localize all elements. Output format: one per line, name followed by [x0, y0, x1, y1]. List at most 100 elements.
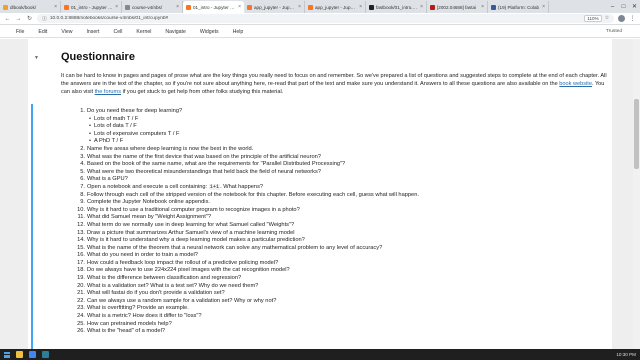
question-number: 10.: [77, 206, 85, 213]
menu-dots-icon[interactable]: ⋮: [629, 15, 636, 22]
file-explorer-icon[interactable]: [16, 351, 23, 358]
question-number: 6.: [80, 176, 85, 183]
question-list: 1.Do you need these for deep learning?Lo…: [74, 108, 604, 336]
menu-item-view[interactable]: View: [61, 29, 72, 35]
back-icon[interactable]: ←: [4, 16, 11, 22]
question-item: 10. Why is it hard to use a traditional c…: [74, 207, 604, 215]
trusted-status[interactable]: Trusted: [606, 29, 622, 34]
jupyter-menubar: File Edit View Insert Cell Kernel Navigate Widg…: [0, 26, 640, 38]
scrollbar-thumb[interactable]: [634, 99, 639, 169]
scrollbar[interactable]: [633, 39, 640, 349]
taskbar-clock: 10:30 PM: [616, 352, 636, 357]
tab-close-icon[interactable]: ×: [359, 4, 362, 10]
browser-tab[interactable]: dlbook/book/ ×: [0, 1, 61, 13]
menu-item-cell[interactable]: Cell: [113, 29, 122, 35]
question-text: What is overfitting? Provide an example.: [87, 305, 189, 312]
close-window-icon[interactable]: ✕: [629, 3, 640, 10]
browser-tab[interactable]: fastbook/01_intro.ipynb×: [366, 1, 427, 13]
question-sub-item: A PhD T / F: [74, 138, 604, 146]
question-text: Complete the Jupyter Notebook online app…: [87, 199, 210, 206]
question-text: How can pretrained models help?: [87, 320, 172, 327]
question-text: Based on the book of the same name, what…: [87, 161, 346, 168]
browser-tab[interactable]: (19) Platform: Colab ×: [488, 1, 549, 13]
question-item: 13. Draw a picture that summarizes Arthur…: [74, 230, 604, 238]
tab-close-icon[interactable]: ×: [298, 4, 301, 10]
browser-tab[interactable]: app_jupyter - Jupyter ×: [305, 1, 366, 13]
question-number: 25.: [77, 320, 85, 327]
tab-close-icon[interactable]: ×: [176, 4, 179, 10]
question-item: 18. Do we always have to use 224x224 pixe…: [74, 267, 604, 275]
browser-tab[interactable]: app_jupyter - Jupyter ×: [244, 1, 305, 13]
menu-item-navigate[interactable]: Navigate: [165, 29, 185, 35]
tab-close-icon[interactable]: ×: [238, 4, 241, 10]
menu-item-file[interactable]: File: [16, 29, 24, 35]
url-input[interactable]: ⓘ 10.0.0.2:8888/notebooks/course-v4/nbs/…: [37, 14, 614, 23]
question-number: 3.: [80, 153, 85, 160]
menu-item-help[interactable]: Help: [233, 29, 244, 35]
question-text: What is the "head" of a model?: [87, 328, 166, 335]
tab-title: app_jupyter - Jupyter: [315, 4, 358, 10]
tab-favicon-icon: [64, 4, 69, 10]
question-text: What is a validation set? What is a test…: [87, 282, 259, 289]
question-text: Do you need these for deep learning?: [87, 108, 183, 114]
tab-close-icon[interactable]: ×: [420, 4, 423, 10]
chrome-icon[interactable]: [29, 351, 36, 358]
minimize-icon[interactable]: –: [607, 4, 618, 10]
question-item: 5. What were the two theoretical misunder…: [74, 169, 604, 177]
reload-icon[interactable]: ↻: [26, 15, 33, 22]
zoom-indicator[interactable]: 110%: [584, 15, 602, 22]
forward-icon[interactable]: →: [15, 16, 22, 22]
windows-start-icon[interactable]: [4, 351, 10, 358]
profile-avatar[interactable]: [618, 15, 625, 22]
question-number: 1.: [80, 108, 85, 114]
question-text: What were the two theoretical misunderst…: [87, 168, 321, 175]
question-number: 26.: [77, 328, 85, 335]
question-number: 20.: [77, 282, 85, 289]
question-number: 19.: [77, 275, 85, 282]
question-item: 8. Follow through each cell of the stripp…: [74, 192, 604, 200]
maximize-icon[interactable]: □: [618, 4, 629, 10]
question-item: 2. Name five areas where deep learning is…: [74, 146, 604, 154]
question-item: 17. How could a feedback loop impact the …: [74, 260, 604, 268]
question-number: 18.: [77, 267, 85, 274]
collapse-heading-icon[interactable]: ▼: [34, 55, 39, 61]
info-icon[interactable]: ⓘ: [42, 15, 47, 22]
section-heading: Questionnaire: [61, 51, 135, 63]
intro-paragraph: It can be hard to know in pages and page…: [61, 73, 609, 96]
menu-item-edit[interactable]: Edit: [38, 29, 47, 35]
question-text: What is the name of the theorem that a n…: [87, 244, 383, 251]
question-number: 7.: [80, 183, 85, 190]
browser-tab[interactable]: course-v4/nbs/ ×: [122, 1, 183, 13]
question-item: 23. What is overfitting? Provide an examp…: [74, 305, 604, 313]
browser-tab[interactable]: 01_intro - Jupyter Notebook×: [183, 1, 244, 13]
terminal-icon[interactable]: [42, 351, 49, 358]
tab-title: 01_intro - Jupyter Notebook: [193, 4, 236, 10]
window-controls: – □ ✕: [605, 0, 640, 13]
menu-item-insert[interactable]: Insert: [86, 29, 99, 35]
menu-item-widgets[interactable]: Widgets: [200, 29, 219, 35]
question-item: 25. How can pretrained models help?: [74, 321, 604, 329]
browser-tab-strip: dlbook/book/×01_intro - Jupyter Notebook…: [0, 0, 640, 13]
tab-close-icon[interactable]: ×: [542, 4, 545, 10]
book-website-link[interactable]: book website: [559, 81, 592, 87]
question-text: What will fastai do if you don't provide…: [87, 290, 225, 297]
question-text: Follow through each cell of the stripped…: [87, 191, 419, 198]
question-text: Do we always have to use 224x224 pixel i…: [87, 267, 290, 274]
question-item: 21. What will fastai do if you don't prov…: [74, 290, 604, 298]
question-number: 22.: [77, 297, 85, 304]
browser-tab[interactable]: 01_intro - Jupyter Notebook×: [61, 1, 122, 13]
tab-close-icon[interactable]: ×: [54, 4, 57, 10]
forums-link[interactable]: the forums: [95, 89, 121, 95]
question-item: 22. Can we always use a random sample for…: [74, 298, 604, 306]
browser-tab[interactable]: [2002.04688] fastai ×: [427, 1, 488, 13]
tab-close-icon[interactable]: ×: [115, 4, 118, 10]
question-item: 12. What term do we normally use in deep …: [74, 222, 604, 230]
question-text-part: . What happens?: [220, 183, 264, 190]
question-item: 14. Why is it hard to understand why a de…: [74, 237, 604, 245]
tab-close-icon[interactable]: ×: [481, 4, 484, 10]
question-text: Can we always use a random sample for a …: [87, 297, 277, 304]
star-icon[interactable]: ☆: [605, 16, 609, 21]
menu-item-kernel[interactable]: Kernel: [136, 29, 151, 35]
question-text: What did Samuel mean by "Weight Assignme…: [87, 214, 212, 221]
question-item: 1. Do you need these for deep learning?: [74, 108, 604, 116]
